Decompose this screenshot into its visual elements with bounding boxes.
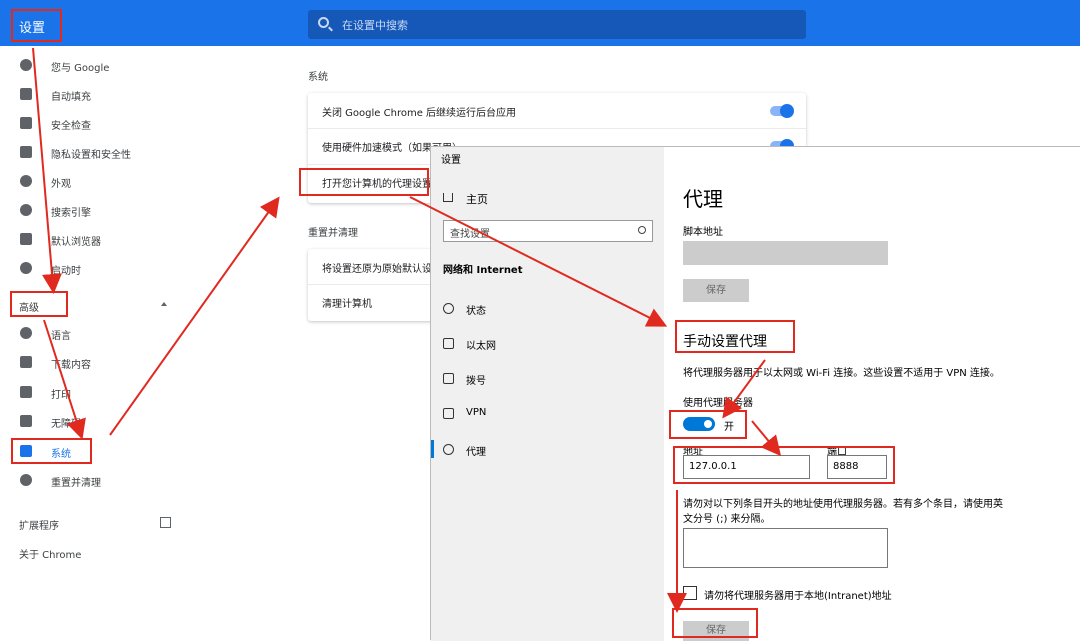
sidebar-extensions-link[interactable]: 扩展程序 bbox=[19, 517, 59, 532]
browser-window-icon bbox=[20, 233, 32, 245]
sidebar-item-label: 自动填充 bbox=[51, 92, 91, 103]
windows-settings-window: 设置 主页 查找设置 网络和 Internet 状态 以太网 拨号 VPN 代理 bbox=[430, 146, 1080, 641]
system-section-title: 系统 bbox=[308, 72, 328, 83]
annotation-box-toggle bbox=[669, 410, 747, 439]
sidebar-item-printing[interactable]: 打印 bbox=[0, 378, 190, 407]
chrome-header: 设置 在设置中搜索 bbox=[0, 0, 1080, 46]
search-icon bbox=[318, 17, 329, 28]
clean-computer-row[interactable]: 清理计算机 bbox=[322, 295, 372, 310]
sidebar-item-label: 您与 Google bbox=[51, 63, 110, 74]
sidebar-item-label: 打印 bbox=[51, 390, 71, 401]
open-in-new-icon[interactable] bbox=[160, 517, 171, 528]
sidebar-about-chrome[interactable]: 关于 Chrome bbox=[19, 546, 81, 561]
search-icon bbox=[20, 204, 32, 216]
find-setting-placeholder: 查找设置 bbox=[450, 229, 490, 240]
sidebar-item-appearance[interactable]: 外观 bbox=[0, 167, 190, 196]
sidebar-item-accessibility[interactable]: 无障碍 bbox=[0, 407, 190, 436]
exceptions-description: 请勿对以下列条目开头的地址使用代理服务器。若有多个条目，请使用英 bbox=[683, 499, 1003, 510]
sidebar-item-label: 语言 bbox=[51, 331, 71, 342]
nav-status[interactable]: 状态 bbox=[431, 293, 664, 323]
use-proxy-label: 使用代理服务器 bbox=[683, 398, 753, 409]
nav-label: 代理 bbox=[466, 447, 486, 458]
accessibility-icon bbox=[20, 415, 32, 427]
sidebar-item-label: 下载内容 bbox=[51, 360, 91, 371]
globe-status-icon bbox=[443, 303, 454, 314]
annotation-box-save bbox=[672, 608, 758, 638]
nav-ethernet[interactable]: 以太网 bbox=[431, 328, 664, 358]
proxy-settings-pane: 代理 脚本地址 保存 手动设置代理 将代理服务器用于以太网或 Wi-Fi 连接。… bbox=[664, 147, 1080, 641]
sidebar-item-label: 重置并清理 bbox=[51, 478, 101, 489]
shield-check-icon bbox=[20, 117, 32, 129]
ethernet-icon bbox=[443, 338, 454, 349]
windows-settings-nav: 设置 主页 查找设置 网络和 Internet 状态 以太网 拨号 VPN 代理 bbox=[431, 147, 664, 641]
power-icon bbox=[20, 262, 32, 274]
bypass-local-label: 请勿将代理服务器用于本地(Intranet)地址 bbox=[704, 591, 892, 602]
globe-icon bbox=[443, 444, 454, 455]
sidebar-item-label: 外观 bbox=[51, 179, 71, 190]
vpn-icon bbox=[443, 408, 454, 419]
annotation-box-address-port bbox=[673, 446, 895, 484]
sidebar-item-default-browser[interactable]: 默认浏览器 bbox=[0, 225, 190, 254]
exceptions-description-cont: 文分号 (;) 来分隔。 bbox=[683, 514, 771, 525]
sidebar-item-reset[interactable]: 重置并清理 bbox=[0, 466, 190, 495]
nav-label: 以太网 bbox=[466, 341, 496, 352]
nav-vpn[interactable]: VPN bbox=[431, 398, 664, 428]
settings-search-box[interactable]: 在设置中搜索 bbox=[308, 10, 806, 39]
annotation-box-advanced bbox=[10, 291, 68, 317]
annotation-box-settings bbox=[11, 9, 62, 42]
background-apps-toggle[interactable] bbox=[770, 104, 794, 118]
script-address-label: 脚本地址 bbox=[683, 227, 723, 238]
home-icon bbox=[443, 193, 453, 202]
reset-section-title: 重置并清理 bbox=[308, 228, 358, 239]
sidebar-item-you-and-google[interactable]: 您与 Google bbox=[0, 51, 190, 80]
sidebar-item-label: 搜索引擎 bbox=[51, 208, 91, 219]
network-category-title: 网络和 Internet bbox=[443, 265, 523, 276]
sidebar-item-privacy[interactable]: 隐私设置和安全性 bbox=[0, 138, 190, 167]
shield-icon bbox=[20, 146, 32, 158]
nav-label: 拨号 bbox=[466, 376, 486, 387]
sidebar-item-autofill[interactable]: 自动填充 bbox=[0, 80, 190, 109]
restore-defaults-row[interactable]: 将设置还原为原始默认设置 bbox=[322, 260, 442, 275]
background-apps-row: 关闭 Google Chrome 后继续运行后台应用 bbox=[322, 108, 517, 119]
nav-label: 状态 bbox=[466, 306, 486, 317]
nav-label: VPN bbox=[466, 407, 487, 418]
search-icon bbox=[638, 226, 646, 234]
sidebar-item-downloads[interactable]: 下载内容 bbox=[0, 348, 190, 377]
sidebar-item-on-startup[interactable]: 启动时 bbox=[0, 254, 190, 283]
save-script-button[interactable]: 保存 bbox=[683, 279, 749, 302]
divider bbox=[308, 128, 806, 129]
sidebar-item-label: 启动时 bbox=[51, 266, 81, 277]
script-address-input[interactable] bbox=[683, 241, 888, 265]
annotation-box-system bbox=[11, 438, 92, 464]
sidebar-item-label: 默认浏览器 bbox=[51, 237, 101, 248]
bypass-local-checkbox[interactable] bbox=[683, 586, 697, 600]
nav-dialup[interactable]: 拨号 bbox=[431, 363, 664, 393]
clipboard-icon bbox=[20, 88, 32, 100]
page-title: 代理 bbox=[683, 187, 723, 211]
chevron-up-icon[interactable] bbox=[161, 302, 167, 306]
window-title: 设置 bbox=[441, 155, 461, 166]
download-icon bbox=[20, 356, 32, 368]
sidebar-item-label: 隐私设置和安全性 bbox=[51, 150, 131, 161]
find-setting-input[interactable]: 查找设置 bbox=[443, 220, 653, 242]
dialup-icon bbox=[443, 373, 454, 384]
sidebar-item-languages[interactable]: 语言 bbox=[0, 319, 190, 348]
sidebar-item-label: 安全检查 bbox=[51, 121, 91, 132]
home-link[interactable]: 主页 bbox=[466, 191, 488, 207]
person-icon bbox=[20, 59, 32, 71]
sidebar-item-safety-check[interactable]: 安全检查 bbox=[0, 109, 190, 138]
globe-icon bbox=[20, 327, 32, 339]
history-icon bbox=[20, 474, 32, 486]
palette-icon bbox=[20, 175, 32, 187]
annotation-box-proxy-link bbox=[299, 168, 429, 196]
annotation-box-manual-proxy bbox=[675, 320, 795, 353]
search-placeholder: 在设置中搜索 bbox=[342, 19, 408, 32]
chrome-sidebar: 您与 Google 自动填充 安全检查 隐私设置和安全性 外观 搜索引擎 默认浏… bbox=[0, 46, 190, 640]
exceptions-textarea[interactable] bbox=[683, 528, 888, 568]
printer-icon bbox=[20, 386, 32, 398]
nav-proxy[interactable]: 代理 bbox=[431, 434, 664, 464]
sidebar-item-label: 无障碍 bbox=[51, 419, 81, 430]
sidebar-item-search-engine[interactable]: 搜索引擎 bbox=[0, 196, 190, 225]
manual-proxy-description: 将代理服务器用于以太网或 Wi-Fi 连接。这些设置不适用于 VPN 连接。 bbox=[683, 368, 1000, 379]
